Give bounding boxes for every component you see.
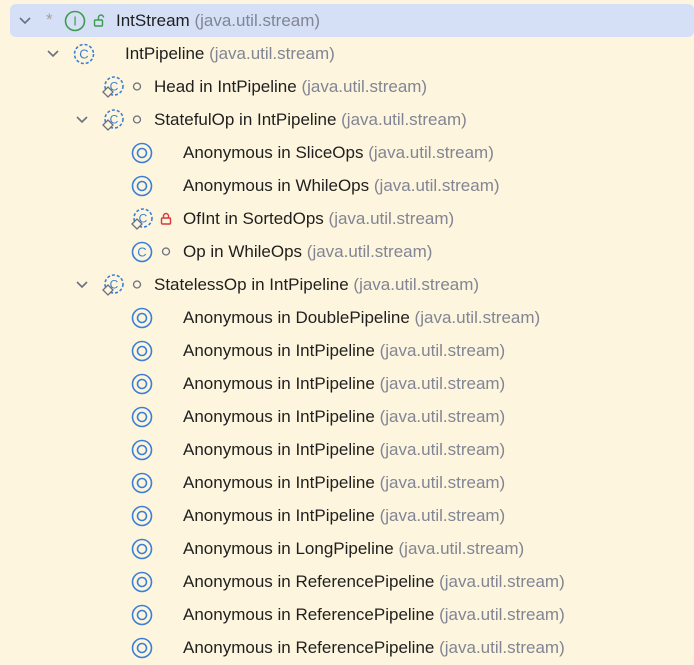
anonymous-class-icon <box>131 439 153 461</box>
anonymous-class-icon <box>131 142 153 164</box>
tree-row-label: StatefulOp in IntPipeline (java.util.str… <box>154 110 467 129</box>
abstract-class-icon: C <box>73 43 95 65</box>
tree-row-label: Anonymous in IntPipeline (java.util.stre… <box>183 473 506 492</box>
anonymous-class-icon <box>131 505 153 527</box>
tree-row-statelessop[interactable]: C StatelessOp in IntPipeline (java.util.… <box>0 268 694 301</box>
abstract-class-icon: C <box>102 76 124 98</box>
tree-row-label: Anonymous in DoublePipeline (java.util.s… <box>183 308 541 327</box>
tree-row-label: IntStream (java.util.stream) <box>116 11 321 30</box>
unlocked-icon <box>93 14 105 27</box>
tree-row-intstream[interactable]: * I IntStream (java.util.stream) <box>10 4 694 37</box>
tree-row-label: Anonymous in IntPipeline (java.util.stre… <box>183 440 506 459</box>
interface-icon: I <box>64 10 86 32</box>
tree-row-anonymous[interactable]: Anonymous in IntPipeline (java.util.stre… <box>0 466 694 499</box>
tree-row-label: Anonymous in SliceOps (java.util.stream) <box>183 143 494 162</box>
package-private-icon <box>132 115 142 124</box>
type-hierarchy-tree: * I IntStream (java.util.stream) C IntPi… <box>0 0 694 665</box>
anonymous-class-icon <box>131 307 153 329</box>
anonymous-class-icon <box>131 571 153 593</box>
package-private-icon <box>132 82 142 91</box>
tree-row-label: Anonymous in ReferencePipeline (java.uti… <box>183 572 565 591</box>
tree-row-anonymous[interactable]: Anonymous in SliceOps (java.util.stream) <box>0 136 694 169</box>
tree-row-anonymous[interactable]: Anonymous in IntPipeline (java.util.stre… <box>0 433 694 466</box>
tree-row-label: Anonymous in IntPipeline (java.util.stre… <box>183 374 506 393</box>
package-private-icon <box>132 280 142 289</box>
tree-row-label: Anonymous in LongPipeline (java.util.str… <box>183 539 525 558</box>
tree-row-anonymous[interactable]: Anonymous in IntPipeline (java.util.stre… <box>0 499 694 532</box>
tree-row-label: Anonymous in ReferencePipeline (java.uti… <box>183 638 565 657</box>
svg-text:C: C <box>79 47 88 62</box>
chevron-down-icon[interactable] <box>75 277 89 291</box>
chevron-down-icon[interactable] <box>46 46 60 60</box>
tree-row-head[interactable]: C Head in IntPipeline (java.util.stream) <box>0 70 694 103</box>
tree-row-anonymous[interactable]: Anonymous in IntPipeline (java.util.stre… <box>0 400 694 433</box>
tree-row-anonymous[interactable]: Anonymous in ReferencePipeline (java.uti… <box>0 565 694 598</box>
tree-row-label: Head in IntPipeline (java.util.stream) <box>154 77 428 96</box>
anonymous-class-icon <box>131 340 153 362</box>
anonymous-class-icon <box>131 604 153 626</box>
tree-row-label: Anonymous in IntPipeline (java.util.stre… <box>183 506 506 525</box>
anonymous-class-icon <box>131 175 153 197</box>
tree-row-op[interactable]: C Op in WhileOps (java.util.stream) <box>0 235 694 268</box>
private-lock-icon <box>160 212 172 225</box>
tree-row-label: Anonymous in IntPipeline (java.util.stre… <box>183 341 506 360</box>
anonymous-class-icon <box>131 406 153 428</box>
anonymous-class-icon <box>131 373 153 395</box>
tree-row-anonymous[interactable]: Anonymous in LongPipeline (java.util.str… <box>0 532 694 565</box>
chevron-down-icon[interactable] <box>75 112 89 126</box>
tree-row-statefulop[interactable]: C StatefulOp in IntPipeline (java.util.s… <box>0 103 694 136</box>
tree-row-label: Op in WhileOps (java.util.stream) <box>183 242 433 261</box>
abstract-class-icon: C <box>102 109 124 131</box>
anonymous-class-icon <box>131 637 153 659</box>
tree-row-label: IntPipeline (java.util.stream) <box>125 44 335 63</box>
class-icon: C <box>131 241 153 263</box>
tree-row-anonymous[interactable]: Anonymous in WhileOps (java.util.stream) <box>0 169 694 202</box>
tree-row-label: Anonymous in IntPipeline (java.util.stre… <box>183 407 506 426</box>
tree-row-label: OfInt in SortedOps (java.util.stream) <box>183 209 455 228</box>
tree-row-label: Anonymous in ReferencePipeline (java.uti… <box>183 605 565 624</box>
tree-row-anonymous[interactable]: Anonymous in IntPipeline (java.util.stre… <box>0 334 694 367</box>
tree-row-label: StatelessOp in IntPipeline (java.util.st… <box>154 275 480 294</box>
svg-text:C: C <box>137 245 146 260</box>
tree-row-anonymous[interactable]: Anonymous in DoublePipeline (java.util.s… <box>0 301 694 334</box>
tree-row-label: Anonymous in WhileOps (java.util.stream) <box>183 176 500 195</box>
svg-text:I: I <box>73 14 77 29</box>
abstract-class-icon: C <box>131 208 153 230</box>
star-icon: * <box>46 10 53 29</box>
tree-row-ofint[interactable]: C OfInt in SortedOps (java.util.stream) <box>0 202 694 235</box>
tree-row-anonymous[interactable]: Anonymous in IntPipeline (java.util.stre… <box>0 367 694 400</box>
anonymous-class-icon <box>131 538 153 560</box>
chevron-down-icon[interactable] <box>18 13 32 27</box>
abstract-class-icon: C <box>102 274 124 296</box>
tree-row-anonymous[interactable]: Anonymous in ReferencePipeline (java.uti… <box>0 631 694 664</box>
tree-row-intpipeline[interactable]: C IntPipeline (java.util.stream) <box>0 37 694 70</box>
tree-row-anonymous[interactable]: Anonymous in ReferencePipeline (java.uti… <box>0 598 694 631</box>
package-private-icon <box>161 247 171 256</box>
anonymous-class-icon <box>131 472 153 494</box>
